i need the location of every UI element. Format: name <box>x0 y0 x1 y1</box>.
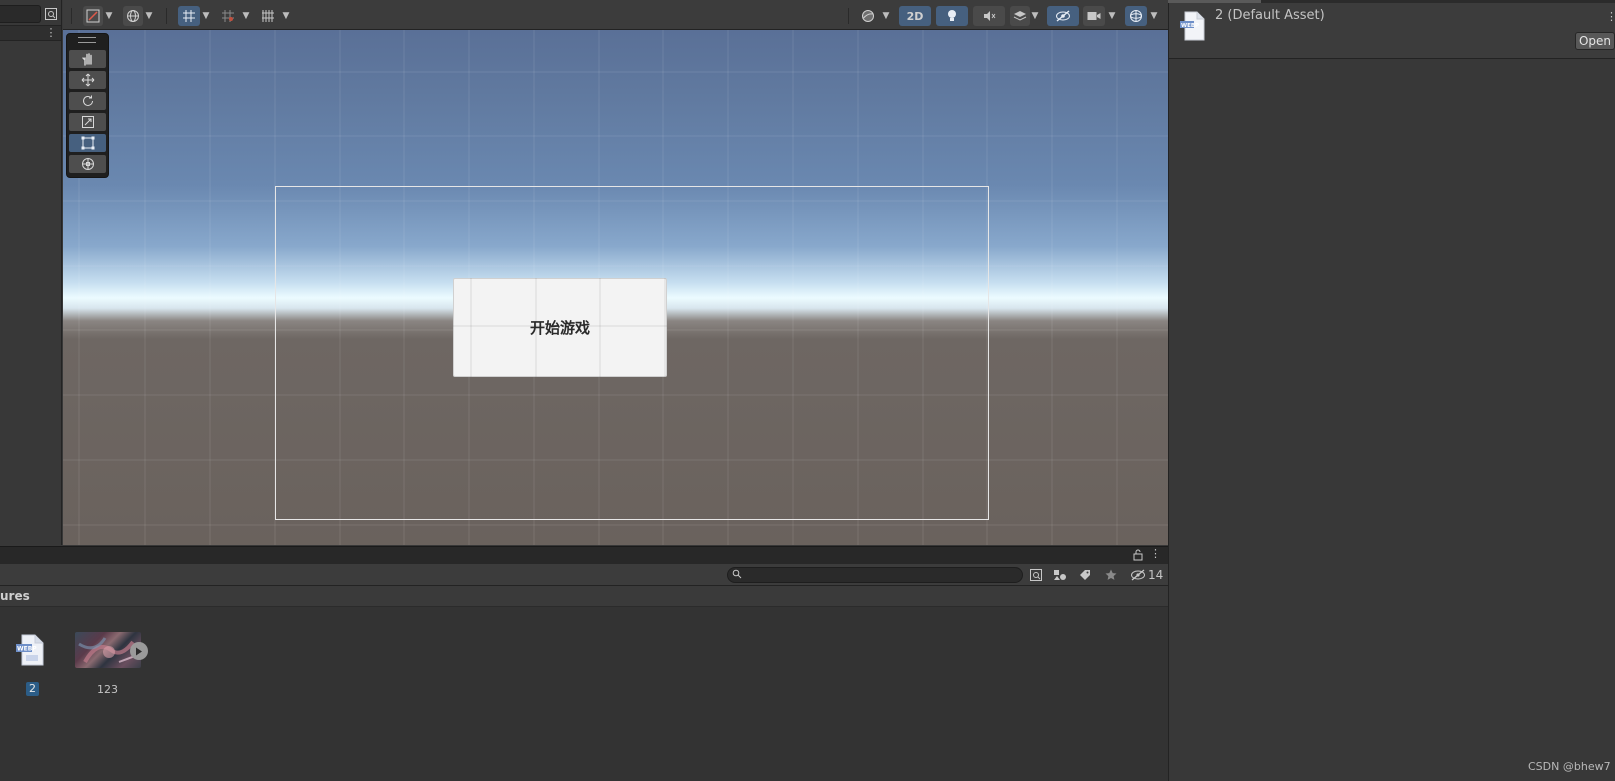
chevron-down-icon[interactable]: ▼ <box>240 6 252 26</box>
favorites-button[interactable] <box>1102 567 1120 583</box>
toolbar-separator <box>166 8 167 24</box>
scale-tool-button[interactable] <box>69 113 106 131</box>
tag-icon <box>1080 570 1090 580</box>
search-by-type-button[interactable] <box>1051 567 1069 583</box>
lock-icon[interactable] <box>1131 548 1145 562</box>
chevron-down-icon[interactable]: ▼ <box>1106 6 1118 26</box>
webp-file-icon: WEBP <box>1180 11 1205 41</box>
rotate-icon <box>82 95 93 106</box>
chevron-down-icon[interactable]: ▼ <box>143 6 155 26</box>
breadcrumb[interactable]: ures <box>0 589 30 603</box>
search-window-icon <box>1030 569 1042 581</box>
eye-slash-icon <box>1131 569 1145 581</box>
project-asset-grid <box>0 607 1168 781</box>
effects-toggle-button[interactable] <box>1010 6 1030 26</box>
hand-tool-button[interactable] <box>69 50 106 68</box>
increment-snap-icon <box>222 10 234 22</box>
chevron-down-icon[interactable]: ▼ <box>200 6 212 26</box>
breadcrumb-bar <box>0 586 1168 607</box>
chevron-down-icon[interactable]: ▼ <box>880 6 892 26</box>
grid-icon <box>262 10 274 22</box>
transform-combo-icon <box>81 158 94 170</box>
sphere-icon <box>862 10 874 22</box>
hierarchy-search-input[interactable] <box>0 5 41 23</box>
increment-snap-button[interactable] <box>218 6 238 26</box>
toolbar-separator <box>71 8 72 24</box>
hidden-objects-toggle-button[interactable] <box>1047 6 1079 26</box>
hidden-packages-button[interactable] <box>1128 567 1148 583</box>
search-icon <box>732 569 742 579</box>
svg-text:WEBP: WEBP <box>1181 23 1199 29</box>
rect-transform-icon <box>81 136 94 150</box>
gizmos-button[interactable] <box>1125 6 1147 26</box>
more-vertical-icon[interactable]: ⋮ <box>1606 10 1615 26</box>
rotate-tool-button[interactable] <box>69 92 106 110</box>
shading-mode-button[interactable] <box>858 6 878 26</box>
inspector-panel <box>1168 0 1615 781</box>
more-vertical-icon[interactable]: ⋮ <box>1150 547 1161 563</box>
search-by-label-button[interactable] <box>1076 567 1094 583</box>
audio-toggle-button[interactable] <box>973 6 1005 26</box>
rect-tool-button[interactable] <box>69 134 106 152</box>
grid-visibility-button[interactable] <box>258 6 278 26</box>
hierarchy-panel <box>0 0 62 545</box>
global-local-button[interactable] <box>123 6 143 26</box>
star-icon <box>1105 569 1117 580</box>
transform-tool-button[interactable] <box>69 155 106 173</box>
open-button[interactable]: Open <box>1575 32 1615 50</box>
scene-camera-button[interactable] <box>1083 6 1105 26</box>
move-tool-button[interactable] <box>69 71 106 89</box>
chevron-down-icon[interactable]: ▼ <box>1148 6 1160 26</box>
grid-snapping-button[interactable] <box>178 6 200 26</box>
hand-icon <box>81 53 92 66</box>
mode-2d-button[interactable]: 2D <box>899 6 931 26</box>
asset-label[interactable]: 2 <box>26 682 39 696</box>
shapes-icon <box>1054 570 1066 580</box>
globe-icon <box>127 10 139 22</box>
eye-slash-icon <box>1056 10 1070 22</box>
chevron-down-icon[interactable]: ▼ <box>1029 6 1041 26</box>
inspector-asset-title: 2 (Default Asset) <box>1215 8 1325 23</box>
svg-text:WEBP: WEBP <box>17 646 37 653</box>
layers-icon <box>1013 11 1027 21</box>
move-arrows-icon <box>81 73 94 87</box>
speaker-muted-icon <box>984 11 996 21</box>
search-window-icon[interactable] <box>43 6 59 22</box>
draw-mode-button[interactable] <box>83 6 103 26</box>
play-icon[interactable] <box>130 642 148 660</box>
project-search-input[interactable] <box>727 567 1023 583</box>
drag-handle[interactable] <box>78 37 96 43</box>
hidden-packages-count: 14 <box>1148 568 1164 582</box>
grid-snap-icon <box>183 10 195 22</box>
project-tab-bar <box>0 546 1168 564</box>
search-by-window-button[interactable] <box>1027 567 1045 583</box>
chevron-down-icon[interactable]: ▼ <box>280 6 292 26</box>
watermark: CSDN @bhew7 <box>1528 760 1611 773</box>
gizmo-sphere-icon <box>1130 10 1142 22</box>
webp-file-icon[interactable]: WEBP <box>16 634 46 666</box>
light-bulb-icon <box>948 10 956 21</box>
chevron-down-icon[interactable]: ▼ <box>103 6 115 26</box>
scene-toolbar: ▼ ▼ ▼ ▼ ▼ ▼ 2D ▼ ▼ ▼ <box>63 0 1168 30</box>
shading-mode-icon <box>86 9 100 23</box>
more-vertical-icon[interactable]: ⋮ <box>44 25 58 41</box>
scale-icon <box>81 116 94 128</box>
lighting-toggle-button[interactable] <box>936 6 968 26</box>
toolbar-separator <box>848 8 849 24</box>
camera-icon <box>1087 12 1101 20</box>
start-game-ui-button[interactable]: 开始游戏 <box>453 278 667 377</box>
asset-label[interactable]: 123 <box>97 683 118 696</box>
